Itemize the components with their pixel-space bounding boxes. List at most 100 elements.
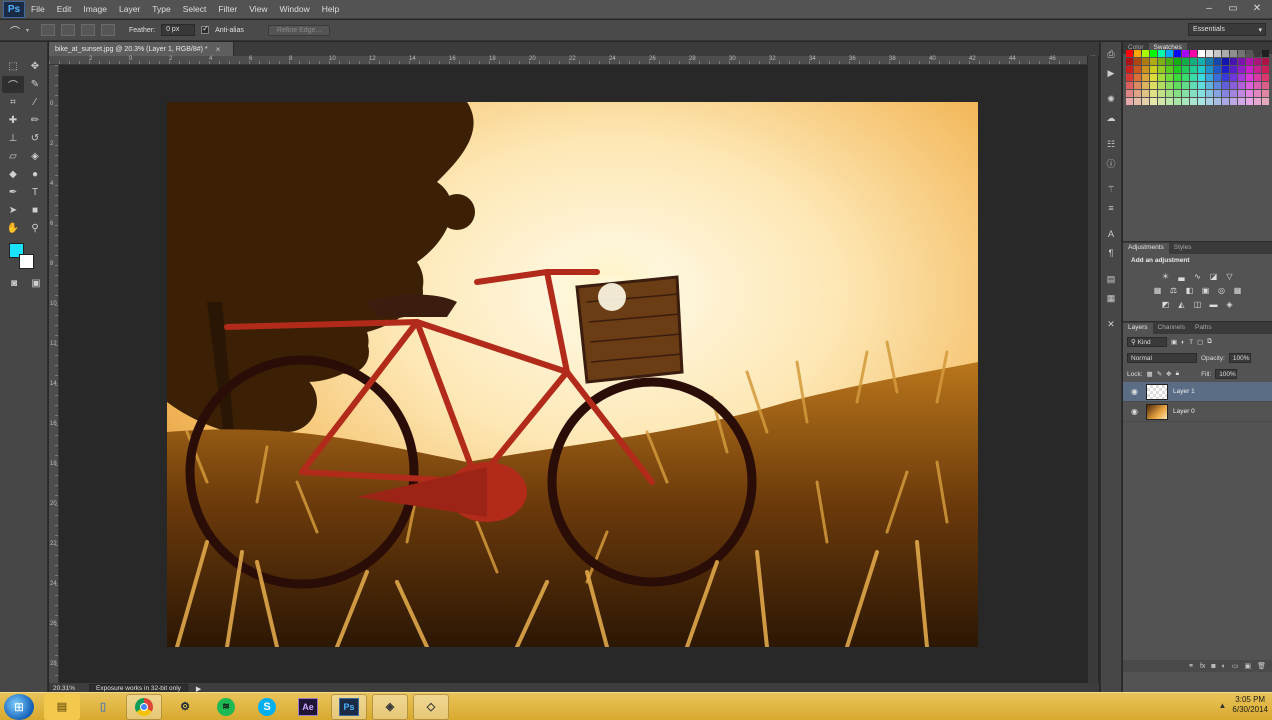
photo-filter-icon[interactable]: ▣ bbox=[1200, 285, 1211, 295]
dodge-icon[interactable]: ● bbox=[24, 166, 46, 183]
color-swatch[interactable] bbox=[1262, 74, 1269, 81]
lock-position-icon[interactable]: ✥ bbox=[1166, 370, 1171, 378]
new-selection-icon[interactable] bbox=[41, 24, 56, 36]
path-select-icon[interactable]: ➤ bbox=[2, 202, 24, 219]
feather-input[interactable]: 0 px bbox=[161, 24, 196, 36]
color-swatch[interactable] bbox=[1182, 98, 1189, 105]
color-swatch[interactable] bbox=[1222, 58, 1229, 65]
visibility-eye-icon[interactable]: ◉ bbox=[1131, 387, 1141, 396]
color-swatch[interactable] bbox=[1214, 58, 1221, 65]
color-swatch[interactable] bbox=[1150, 50, 1157, 57]
curves-icon[interactable]: ∿ bbox=[1192, 271, 1203, 281]
lasso-tool-icon[interactable]: ⌒ bbox=[2, 76, 24, 93]
color-swatch[interactable] bbox=[1246, 82, 1253, 89]
mask-icon[interactable]: ◙ bbox=[1211, 663, 1215, 670]
color-swatch[interactable] bbox=[1198, 50, 1205, 57]
healing-icon[interactable]: ✚ bbox=[2, 112, 24, 129]
visibility-eye-icon[interactable]: ◉ bbox=[1131, 407, 1141, 416]
color-swatch[interactable] bbox=[1134, 58, 1141, 65]
paragraph-icon[interactable]: ≡ bbox=[1103, 201, 1119, 215]
color-swatch[interactable] bbox=[1190, 58, 1197, 65]
intersect-selection-icon[interactable] bbox=[101, 24, 116, 36]
color-swatch[interactable] bbox=[1246, 74, 1253, 81]
color-swatch[interactable] bbox=[1142, 50, 1149, 57]
color-swatch[interactable] bbox=[1150, 82, 1157, 89]
skype-icon[interactable]: S bbox=[249, 694, 285, 720]
color-swatch[interactable] bbox=[1174, 50, 1181, 57]
color-swatch[interactable] bbox=[1134, 98, 1141, 105]
color-swatch[interactable] bbox=[1150, 98, 1157, 105]
color-swatch[interactable] bbox=[1246, 98, 1253, 105]
color-swatch[interactable] bbox=[1150, 90, 1157, 97]
tool-presets-icon[interactable]: ⚚ bbox=[1103, 182, 1119, 196]
color-swatch[interactable] bbox=[1158, 50, 1165, 57]
color-swatch[interactable] bbox=[1230, 82, 1237, 89]
character-icon[interactable]: A bbox=[1103, 227, 1119, 241]
color-swatch[interactable] bbox=[1174, 66, 1181, 73]
pen-icon[interactable]: ✒ bbox=[2, 184, 24, 201]
actions-icon[interactable]: ▶ bbox=[1103, 66, 1119, 80]
threshold-icon[interactable]: ◫ bbox=[1192, 299, 1203, 309]
color-swatch[interactable] bbox=[1254, 90, 1261, 97]
notepad-icon[interactable]: ▯ bbox=[85, 694, 121, 720]
layer-name[interactable]: Layer 0 bbox=[1173, 408, 1195, 415]
color-swatch[interactable] bbox=[1182, 58, 1189, 65]
lock-all-icon[interactable]: 🔒︎ bbox=[1176, 370, 1179, 378]
color-swatch[interactable] bbox=[1174, 74, 1181, 81]
black-white-icon[interactable]: ◧ bbox=[1184, 285, 1195, 295]
menu-view[interactable]: View bbox=[243, 4, 273, 14]
posterize-icon[interactable]: ◭ bbox=[1176, 299, 1187, 309]
color-swatch[interactable] bbox=[1206, 74, 1213, 81]
start-button[interactable]: ⊞ bbox=[4, 693, 34, 720]
color-swatch[interactable] bbox=[1126, 82, 1133, 89]
color-swatch[interactable] bbox=[1214, 82, 1221, 89]
lock-transparent-icon[interactable]: ▦ bbox=[1147, 370, 1153, 378]
history-icon[interactable]: ⎙ bbox=[1103, 47, 1119, 61]
gradient-map-icon[interactable]: ▬ bbox=[1208, 299, 1219, 309]
invert-icon[interactable]: ◩ bbox=[1160, 299, 1171, 309]
color-swatch[interactable] bbox=[1142, 58, 1149, 65]
close-window-button[interactable]: ✕ bbox=[1246, 1, 1268, 16]
color-swatch[interactable] bbox=[1198, 58, 1205, 65]
folder-icon[interactable]: ▭ bbox=[1232, 662, 1239, 670]
chrome-icon[interactable] bbox=[126, 693, 162, 720]
minimize-button[interactable]: – bbox=[1198, 1, 1220, 16]
color-swatch[interactable] bbox=[1142, 98, 1149, 105]
color-swatch[interactable] bbox=[1166, 58, 1173, 65]
color-swatch[interactable] bbox=[1166, 98, 1173, 105]
brightness-icon[interactable]: ☀ bbox=[1160, 271, 1171, 281]
vibrance-icon[interactable]: ▽ bbox=[1224, 271, 1235, 281]
menu-layer[interactable]: Layer bbox=[113, 4, 146, 14]
crop-icon[interactable]: ⌗ bbox=[2, 94, 24, 111]
color-swatch[interactable] bbox=[1222, 50, 1229, 57]
color-swatch[interactable] bbox=[1158, 58, 1165, 65]
color-swatch[interactable] bbox=[1182, 90, 1189, 97]
color-swatch[interactable] bbox=[1166, 90, 1173, 97]
maximize-button[interactable]: ▭ bbox=[1222, 1, 1244, 16]
color-swatch[interactable] bbox=[1214, 50, 1221, 57]
blend-mode-select[interactable]: Normal bbox=[1127, 353, 1197, 363]
background-color-swatch[interactable] bbox=[19, 254, 34, 269]
close-icon[interactable]: × bbox=[216, 45, 221, 54]
color-swatch[interactable] bbox=[1182, 74, 1189, 81]
channel-mixer-icon[interactable]: ◎ bbox=[1216, 285, 1227, 295]
brush-settings-icon[interactable]: ✺ bbox=[1103, 92, 1119, 106]
color-swatch[interactable] bbox=[1230, 66, 1237, 73]
add-selection-icon[interactable] bbox=[61, 24, 76, 36]
stamp-icon[interactable]: ⊥ bbox=[2, 130, 24, 147]
color-swatch[interactable] bbox=[1134, 66, 1141, 73]
filter-type-icon[interactable]: T bbox=[1189, 339, 1193, 346]
photo-bike-at-sunset[interactable] bbox=[167, 102, 978, 647]
color-swatch[interactable] bbox=[1238, 58, 1245, 65]
color-swatch[interactable] bbox=[1230, 98, 1237, 105]
vertical-scrollbar[interactable] bbox=[1087, 56, 1098, 683]
link-icon[interactable]: ⚭ bbox=[1188, 662, 1194, 670]
move-icon[interactable]: ✥ bbox=[24, 58, 46, 75]
color-swatch[interactable] bbox=[1190, 98, 1197, 105]
color-swatch[interactable] bbox=[1238, 82, 1245, 89]
history-brush-icon[interactable]: ↺ bbox=[24, 130, 46, 147]
color-swatch[interactable] bbox=[1126, 90, 1133, 97]
trash-icon[interactable]: 🗑︎ bbox=[1257, 662, 1266, 670]
color-swatch[interactable] bbox=[1158, 66, 1165, 73]
properties-icon[interactable]: ☷ bbox=[1103, 137, 1119, 151]
